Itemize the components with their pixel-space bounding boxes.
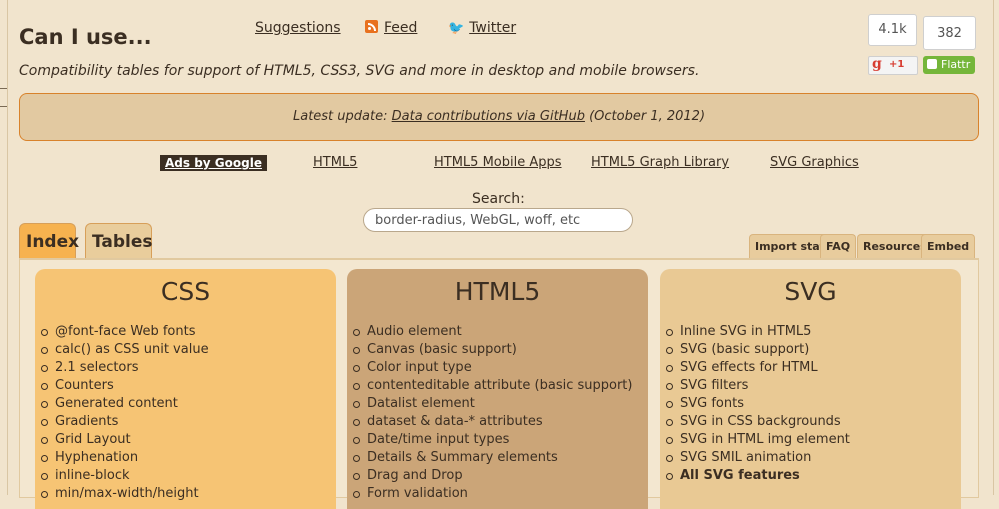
edge-line <box>0 88 7 89</box>
feature-link[interactable]: SVG SMIL animation <box>666 449 961 467</box>
ad-link-svg-graphics[interactable]: SVG Graphics <box>770 155 859 170</box>
update-link[interactable]: Data contributions via GitHub <box>392 109 585 124</box>
feature-link[interactable]: SVG filters <box>666 377 961 395</box>
tab-tables[interactable]: Tables <box>85 223 153 259</box>
feature-link[interactable]: SVG in HTML img element <box>666 431 961 449</box>
flattr-label: Flattr <box>941 58 971 71</box>
feature-link[interactable]: calc() as CSS unit value <box>41 341 336 359</box>
feature-link[interactable]: inline-block <box>41 467 336 485</box>
feature-link[interactable]: SVG (basic support) <box>666 341 961 359</box>
suggestions-link[interactable]: Suggestions <box>255 20 341 36</box>
feature-link[interactable]: @font-face Web fonts <box>41 323 336 341</box>
gplus-label: +1 <box>889 59 905 70</box>
feature-link[interactable]: Gradients <box>41 413 336 431</box>
feature-link[interactable]: Grid Layout <box>41 431 336 449</box>
search-label: Search: <box>472 191 525 207</box>
minitab-embed[interactable]: Embed <box>921 234 976 258</box>
css-column: CSS @font-face Web fonts calc() as CSS un… <box>35 269 336 509</box>
update-prefix: Latest update: <box>292 109 388 124</box>
feature-link[interactable]: Canvas (basic support) <box>353 341 648 359</box>
ad-link-html5-graph-library[interactable]: HTML5 Graph Library <box>591 155 729 170</box>
gplus-count: 4.1k <box>868 14 917 46</box>
feature-link[interactable]: Drag and Drop <box>353 467 648 485</box>
feature-link[interactable]: Inline SVG in HTML5 <box>666 323 961 341</box>
ad-link-html5[interactable]: HTML5 <box>313 155 357 170</box>
minitab-faq[interactable]: FAQ <box>820 234 857 258</box>
site-title[interactable]: Can I use... <box>19 25 152 49</box>
feature-link[interactable]: min/max-width/height <box>41 485 336 503</box>
site-tagline: Compatibility tables for support of HTML… <box>19 63 700 79</box>
tab-index[interactable]: Index <box>19 223 79 259</box>
feature-link[interactable]: SVG in CSS backgrounds <box>666 413 961 431</box>
feature-link[interactable]: Generated content <box>41 395 336 413</box>
feed-link[interactable]: Feed <box>365 20 417 36</box>
feature-link[interactable]: Datalist element <box>353 395 648 413</box>
ad-link-html5-mobile-apps[interactable]: HTML5 Mobile Apps <box>434 155 562 170</box>
flattr-count: 382 <box>923 16 976 50</box>
html5-feature-list: Audio element Canvas (basic support) Color… <box>347 323 648 503</box>
feature-link[interactable]: Hyphenation <box>41 449 336 467</box>
css-feature-list: @font-face Web fonts calc() as CSS unit v… <box>35 323 336 503</box>
gplus-icon: g <box>872 56 882 72</box>
html5-column: HTML5 Audio element Canvas (basic support… <box>347 269 648 509</box>
column-title-css[interactable]: CSS <box>35 269 336 323</box>
column-title-html5[interactable]: HTML5 <box>347 269 648 323</box>
flattr-button[interactable]: Flattr <box>923 56 975 74</box>
twitter-bird-icon: 🐦 <box>448 21 465 36</box>
feature-link[interactable]: Date/time input types <box>353 431 648 449</box>
feature-link[interactable]: Color input type <box>353 359 648 377</box>
feature-link[interactable]: 2.1 selectors <box>41 359 336 377</box>
gplus-button[interactable]: g +1 <box>868 56 918 75</box>
feature-link[interactable]: SVG fonts <box>666 395 961 413</box>
svg-feature-list: Inline SVG in HTML5 SVG (basic support) SV… <box>660 323 961 485</box>
svg-column: SVG Inline SVG in HTML5 SVG (basic suppor… <box>660 269 961 509</box>
edge-line <box>0 106 7 107</box>
column-title-svg[interactable]: SVG <box>660 269 961 323</box>
update-date: (October 1, 2012) <box>589 109 706 124</box>
feature-link[interactable]: Details & Summary elements <box>353 449 648 467</box>
feature-link[interactable]: Form validation <box>353 485 648 503</box>
search-input[interactable] <box>363 208 633 232</box>
flattr-icon <box>927 59 937 69</box>
feature-link[interactable]: Audio element <box>353 323 648 341</box>
rss-icon <box>365 20 378 33</box>
ads-by-google-link[interactable]: Ads by Google <box>160 155 267 171</box>
feature-link[interactable]: All SVG features <box>666 467 961 485</box>
feature-link[interactable]: dataset & data-* attributes <box>353 413 648 431</box>
twitter-link[interactable]: 🐦 Twitter <box>448 20 516 36</box>
latest-update-banner: Latest update: Data contributions via Gi… <box>19 93 979 141</box>
feature-link[interactable]: Counters <box>41 377 336 395</box>
feature-link[interactable]: contenteditable attribute (basic support… <box>353 377 648 395</box>
feature-link[interactable]: SVG effects for HTML <box>666 359 961 377</box>
